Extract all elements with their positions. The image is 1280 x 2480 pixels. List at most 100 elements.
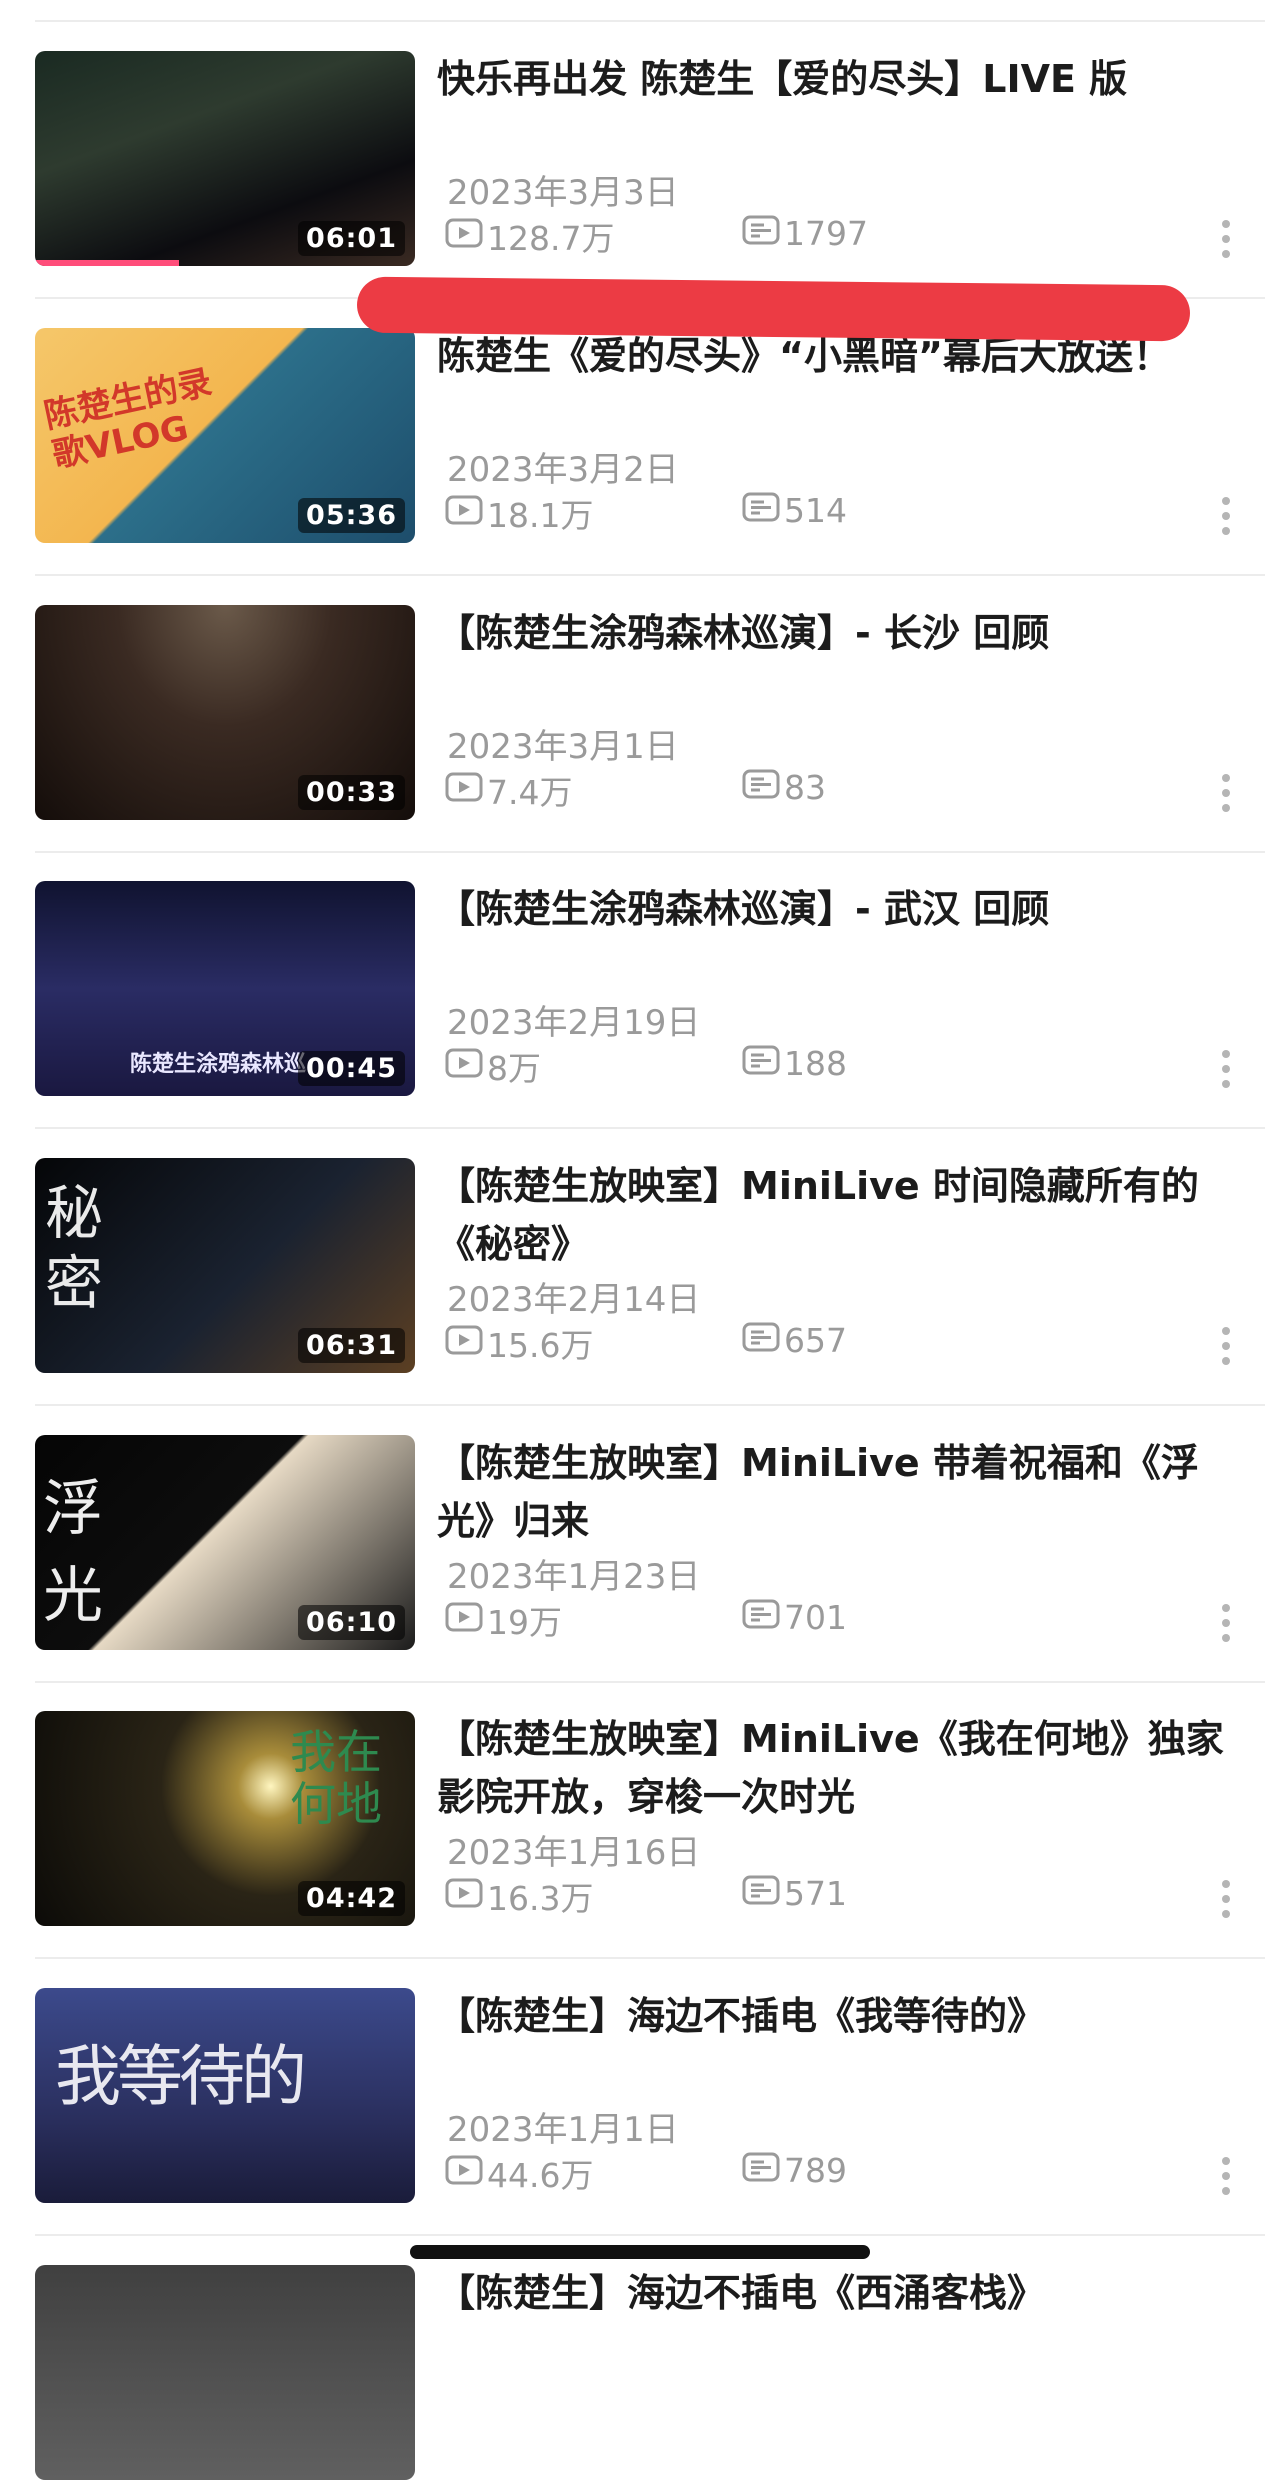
view-count-value: 18.1万 bbox=[487, 496, 594, 535]
more-vertical-icon[interactable] bbox=[1220, 774, 1232, 818]
danmaku-count: 188 bbox=[742, 1042, 847, 1083]
danmaku-count-value: 657 bbox=[784, 1321, 847, 1360]
video-title[interactable]: 【陈楚生涂鸦森林巡演】- 长沙 回顾 bbox=[437, 604, 1237, 662]
danmaku-count-value: 701 bbox=[784, 1598, 847, 1637]
play-count-icon bbox=[445, 1877, 483, 1916]
video-title[interactable]: 【陈楚生涂鸦森林巡演】- 武汉 回顾 bbox=[437, 880, 1237, 938]
video-thumbnail[interactable] bbox=[35, 2265, 415, 2480]
view-count-value: 15.6万 bbox=[487, 1326, 594, 1365]
thumbnail-caption: 我在何地 bbox=[290, 1725, 382, 1831]
play-count-icon bbox=[445, 1047, 483, 1086]
danmaku-count: 571 bbox=[742, 1872, 847, 1913]
view-count: 18.1万 bbox=[445, 489, 593, 537]
danmaku-count-value: 514 bbox=[784, 491, 847, 530]
home-indicator bbox=[410, 2245, 870, 2259]
play-count-icon bbox=[445, 2154, 483, 2193]
upload-date: 2023年3月3日 bbox=[447, 173, 679, 213]
danmaku-count: 657 bbox=[742, 1319, 847, 1360]
thumbnail-caption: 我等待的 bbox=[55, 2038, 307, 2115]
view-count-value: 44.6万 bbox=[487, 2156, 594, 2195]
more-vertical-icon[interactable] bbox=[1220, 1604, 1232, 1648]
danmaku-count-value: 571 bbox=[784, 1874, 847, 1913]
view-count: 8万 bbox=[445, 1042, 541, 1090]
danmaku-count: 83 bbox=[742, 766, 826, 807]
play-count-icon bbox=[445, 217, 483, 256]
danmaku-count-value: 188 bbox=[784, 1044, 847, 1083]
upload-date: 2023年3月1日 bbox=[447, 727, 679, 767]
video-title[interactable]: 快乐再出发 陈楚生【爱的尽头】LIVE 版 bbox=[437, 50, 1197, 108]
more-vertical-icon[interactable] bbox=[1220, 497, 1232, 541]
thumbnail-caption: 陈楚生的录歌VLOG bbox=[40, 362, 216, 476]
more-vertical-icon[interactable] bbox=[1220, 1880, 1232, 1924]
video-title[interactable]: 【陈楚生】海边不插电《我等待的》 bbox=[437, 1987, 1237, 2045]
video-thumbnail[interactable]: 陈楚生涂鸦森林巡 00:45 bbox=[35, 881, 415, 1096]
upload-date: 2023年2月14日 bbox=[447, 1280, 701, 1320]
view-count-value: 128.7万 bbox=[487, 219, 615, 258]
danmaku-icon bbox=[742, 1044, 780, 1083]
danmaku-count: 789 bbox=[742, 2149, 847, 2190]
thumbnail-caption: 秘密 bbox=[45, 1179, 104, 1317]
danmaku-icon bbox=[742, 491, 780, 530]
danmaku-icon bbox=[742, 1598, 780, 1637]
video-title[interactable]: 【陈楚生放映室】MiniLive《我在何地》独家影院开放，穿梭一次时光 bbox=[437, 1710, 1237, 1826]
danmaku-count: 1797 bbox=[742, 212, 868, 253]
danmaku-count-value: 83 bbox=[784, 768, 826, 807]
more-vertical-icon[interactable] bbox=[1220, 1327, 1232, 1371]
video-list-item[interactable]: 我在何地 04:42 【陈楚生放映室】MiniLive《我在何地》独家影院开放，穿梭… bbox=[0, 1680, 1280, 1926]
upload-date: 2023年3月2日 bbox=[447, 450, 679, 490]
upload-date: 2023年1月16日 bbox=[447, 1833, 701, 1873]
more-vertical-icon[interactable] bbox=[1220, 220, 1232, 264]
more-vertical-icon[interactable] bbox=[1220, 2157, 1232, 2201]
play-count-icon bbox=[445, 494, 483, 533]
video-list-item[interactable]: 我等待的 【陈楚生】海边不插电《我等待的》 2023年1月1日 44.6万 789 bbox=[0, 1957, 1280, 2203]
view-count: 128.7万 bbox=[445, 212, 614, 260]
video-duration: 06:31 bbox=[298, 1328, 405, 1363]
play-count-icon bbox=[445, 1324, 483, 1363]
video-duration: 06:10 bbox=[298, 1605, 405, 1640]
video-thumbnail[interactable]: 我等待的 bbox=[35, 1988, 415, 2203]
video-list-item[interactable]: 浮 光 06:10 【陈楚生放映室】MiniLive 带着祝福和《浮光》归来 2023… bbox=[0, 1404, 1280, 1650]
video-duration: 06:01 bbox=[298, 221, 405, 256]
redaction-mark bbox=[356, 276, 1191, 342]
video-duration: 00:33 bbox=[298, 775, 405, 810]
video-thumbnail[interactable]: 陈楚生的录歌VLOG 05:36 bbox=[35, 328, 415, 543]
danmaku-count-value: 1797 bbox=[784, 214, 868, 253]
more-vertical-icon[interactable] bbox=[1220, 1050, 1232, 1094]
upload-date: 2023年1月1日 bbox=[447, 2110, 679, 2150]
danmaku-icon bbox=[742, 1874, 780, 1913]
video-thumbnail[interactable]: 06:01 bbox=[35, 51, 415, 266]
view-count-value: 19万 bbox=[487, 1603, 562, 1642]
danmaku-count: 514 bbox=[742, 489, 847, 530]
view-count: 15.6万 bbox=[445, 1319, 593, 1367]
video-list-item[interactable]: 06:01 快乐再出发 陈楚生【爱的尽头】LIVE 版 2023年3月3日 128.7… bbox=[0, 20, 1280, 266]
video-list-item[interactable]: 00:33 【陈楚生涂鸦森林巡演】- 长沙 回顾 2023年3月1日 7.4万 83 bbox=[0, 574, 1280, 820]
view-count-value: 8万 bbox=[487, 1049, 541, 1088]
danmaku-count-value: 789 bbox=[784, 2151, 847, 2190]
view-count: 16.3万 bbox=[445, 1872, 593, 1920]
video-thumbnail[interactable]: 浮 光 06:10 bbox=[35, 1435, 415, 1650]
watch-progress-bar bbox=[35, 260, 180, 266]
video-list-item[interactable]: 秘密 06:31 【陈楚生放映室】MiniLive 时间隐藏所有的《秘密》 2023年… bbox=[0, 1127, 1280, 1373]
video-title[interactable]: 【陈楚生放映室】MiniLive 带着祝福和《浮光》归来 bbox=[437, 1434, 1237, 1550]
danmaku-icon bbox=[742, 768, 780, 807]
danmaku-count: 701 bbox=[742, 1596, 847, 1637]
video-list-item[interactable]: 陈楚生涂鸦森林巡 00:45 【陈楚生涂鸦森林巡演】- 武汉 回顾 2023年2月19… bbox=[0, 850, 1280, 1096]
view-count: 19万 bbox=[445, 1596, 562, 1644]
video-thumbnail[interactable]: 00:33 bbox=[35, 605, 415, 820]
video-title[interactable]: 【陈楚生】海边不插电《西涌客栈》 bbox=[437, 2264, 1237, 2322]
upload-date: 2023年2月19日 bbox=[447, 1003, 701, 1043]
view-count: 7.4万 bbox=[445, 766, 572, 814]
danmaku-icon bbox=[742, 2151, 780, 2190]
video-duration: 00:45 bbox=[298, 1051, 405, 1086]
video-list-item[interactable]: 【陈楚生】海边不插电《西涌客栈》 bbox=[0, 2234, 1280, 2480]
video-duration: 05:36 bbox=[298, 498, 405, 533]
video-thumbnail[interactable]: 我在何地 04:42 bbox=[35, 1711, 415, 1926]
video-title[interactable]: 【陈楚生放映室】MiniLive 时间隐藏所有的《秘密》 bbox=[437, 1157, 1237, 1273]
thumbnail-caption: 陈楚生涂鸦森林巡 bbox=[130, 1052, 307, 1077]
play-count-icon bbox=[445, 771, 483, 810]
view-count-value: 7.4万 bbox=[487, 773, 573, 812]
video-duration: 04:42 bbox=[298, 1881, 405, 1916]
video-thumbnail[interactable]: 秘密 06:31 bbox=[35, 1158, 415, 1373]
upload-date: 2023年1月23日 bbox=[447, 1557, 701, 1597]
danmaku-icon bbox=[742, 1321, 780, 1360]
